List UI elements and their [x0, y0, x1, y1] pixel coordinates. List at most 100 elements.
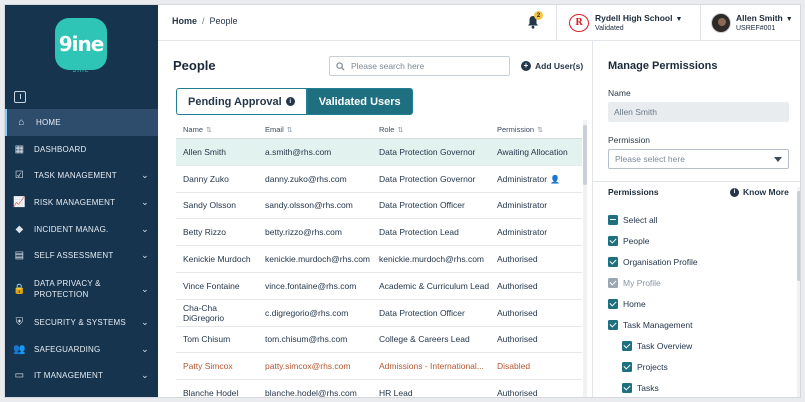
table-row[interactable]: Vince Fontaine vince.fontaine@rhs.com Acad… [176, 273, 582, 300]
cell-name: Allen Smith [176, 147, 257, 157]
permission-checkbox[interactable] [622, 382, 632, 393]
permission-checkbox[interactable] [608, 214, 618, 225]
sort-icon[interactable]: ⇅ [287, 127, 293, 134]
search-input[interactable] [351, 61, 501, 71]
permission-item: Tasks [608, 377, 793, 397]
sidebar-item-safeguarding[interactable]: 👥 SAFEGUARDING ⌄ [5, 336, 158, 363]
cell-email: blanche.hodel@rhs.com [257, 388, 372, 398]
table-row[interactable]: Blanche Hodel blanche.hodel@rhs.com HR Lea… [176, 380, 582, 398]
table-scrollbar[interactable] [583, 120, 587, 397]
search-icon [336, 61, 345, 71]
cell-email: vince.fontaine@rhs.com [257, 281, 372, 291]
tab-label: Pending Approval [188, 95, 282, 108]
cell-permission-text: Authorised [497, 307, 538, 318]
permission-checkbox[interactable] [608, 235, 618, 246]
sidebar-item-home[interactable]: ⌂ HOME [5, 109, 158, 136]
table-row[interactable]: Cha-Cha DiGregorio c.digregorio@rhs.com Da… [176, 300, 582, 327]
cell-name: Patty Simcox [176, 361, 257, 371]
sidebar-item-data-privacy-protection[interactable]: 🔒 DATA PRIVACY & PROTECTION ⌄ [5, 269, 158, 309]
permission-label: Task Management [623, 319, 693, 330]
cell-email-text: danny.zuko@rhs.com [265, 173, 347, 184]
table-row[interactable]: Sandy Olsson sandy.olsson@rhs.com Data Pro… [176, 193, 582, 220]
cell-email: c.digregorio@rhs.com [257, 308, 372, 318]
shield-icon: ⛨ [15, 316, 24, 328]
permission-item: Task Management [608, 314, 793, 335]
search-box[interactable] [329, 56, 510, 76]
chevron-down-icon[interactable]: ⌄ [138, 317, 152, 328]
cell-permission-text: Administrator [497, 227, 548, 238]
sidebar-item-label: SAFEGUARDING [34, 344, 101, 354]
cell-email-text: betty.rizzo@rhs.com [265, 227, 342, 238]
tab-validated-users[interactable]: Validated Users [306, 88, 413, 115]
column-header-email[interactable]: Email ⇅ [257, 125, 372, 134]
table-row[interactable]: Kenickie Murdoch kenickie.murdoch@rhs.com… [176, 246, 582, 273]
permission-checkbox[interactable] [608, 298, 618, 309]
permission-label: Tasks [637, 382, 659, 393]
chevron-down-icon[interactable]: ⌄ [138, 250, 152, 261]
cell-name-text: Betty Rizzo [183, 227, 226, 238]
top-header: Home / People 2 R Rydell High School ▼ Vali… [158, 5, 800, 41]
divider [593, 181, 800, 182]
sidebar-collapse-icon[interactable] [14, 91, 26, 103]
school-logo: R [569, 14, 589, 32]
know-more-link[interactable]: i Know More [730, 187, 789, 197]
tab-pending-approval[interactable]: Pending Approval i [176, 88, 307, 115]
table-row[interactable]: Danny Zuko danny.zuko@rhs.com Data Protect… [176, 166, 582, 193]
cell-permission-text: Authorised [497, 254, 538, 265]
breadcrumb-current: People [209, 16, 238, 26]
know-more-label: Know More [743, 187, 789, 197]
permission-checkbox[interactable] [622, 340, 632, 351]
sort-icon[interactable]: ⇅ [537, 127, 543, 134]
table-row[interactable]: Allen Smith a.smith@rhs.com Data Protectio… [176, 139, 582, 166]
column-header-name[interactable]: Name ⇅ [176, 125, 257, 134]
avatar[interactable] [711, 13, 731, 33]
permission-checkbox[interactable] [608, 319, 618, 330]
chevron-down-icon[interactable]: ⌄ [138, 284, 152, 295]
sidebar-item-it-management[interactable]: ▭ IT MANAGEMENT ⌄ [5, 363, 158, 390]
column-header-permission[interactable]: Permission ⇅ [490, 125, 582, 134]
permission-item: Projects [608, 356, 793, 377]
column-header-role[interactable]: Role ⇅ [372, 125, 490, 134]
chevron-down-icon[interactable]: ⌄ [138, 370, 152, 381]
sidebar-item-label: HOME [36, 117, 61, 127]
sidebar-item-risk-management[interactable]: 📈 RISK MANAGEMENT ⌄ [5, 189, 158, 216]
sidebar-item-task-management[interactable]: ☑ TASK MANAGEMENT ⌄ [5, 162, 158, 189]
sidebar-item-incident-manag[interactable]: ◆ INCIDENT MANAG. ⌄ [5, 216, 158, 243]
chart-icon: 📈 [13, 196, 26, 208]
table-row[interactable]: Tom Chisum tom.chisum@rhs.com College & Ca… [176, 327, 582, 354]
brand-logo[interactable]: 9ine [55, 18, 107, 70]
sidebar-item-self-assessment[interactable]: ▤ SELF ASSESSMENT ⌄ [5, 242, 158, 269]
sort-icon[interactable]: ⇅ [397, 127, 403, 134]
panel-scrollbar[interactable] [797, 187, 800, 397]
info-icon[interactable]: i [285, 97, 295, 106]
chevron-down-icon[interactable]: ⌄ [138, 344, 152, 355]
cell-permission-text: Authorised [497, 280, 538, 291]
table-row[interactable]: Betty Rizzo betty.rizzo@rhs.com Data Prote… [176, 219, 582, 247]
sidebar-item-security-systems[interactable]: ⛨ SECURITY & SYSTEMS ⌄ [5, 309, 158, 336]
cell-permission-text: Authorised [497, 388, 538, 398]
header-divider [556, 5, 557, 41]
chevron-down-icon[interactable]: ⌄ [138, 224, 152, 235]
sidebar-item-dashboard[interactable]: ▦ DASHBOARD [5, 136, 158, 163]
cell-email-text: blanche.hodel@rhs.com [265, 388, 357, 398]
chevron-down-icon[interactable]: ⌄ [138, 197, 152, 208]
user-menu[interactable]: Allen Smith ▼ [736, 13, 793, 23]
school-switcher[interactable]: Rydell High School ▼ [595, 13, 682, 23]
info-icon: i [730, 187, 739, 197]
permission-checkbox[interactable] [608, 256, 618, 267]
cell-permission: Administrator 👤 [490, 174, 582, 184]
table-row[interactable]: Patty Simcox patty.simcox@rhs.com Admissio… [176, 353, 582, 381]
cell-permission-text: Disabled [497, 361, 531, 372]
add-user-button[interactable]: + Add User(s) [521, 61, 583, 71]
cell-permission: Authorised [490, 281, 582, 291]
permission-label: Task Overview [637, 340, 693, 351]
chevron-down-icon: ▼ [785, 16, 793, 23]
breadcrumb-home[interactable]: Home [172, 16, 197, 26]
chevron-down-icon[interactable]: ⌄ [138, 170, 152, 181]
permission-select-placeholder: Please select here [615, 154, 685, 164]
permission-checkbox[interactable] [622, 361, 632, 372]
cell-role: Academic & Curriculum Lead [372, 281, 490, 291]
permission-select[interactable]: Please select here [608, 149, 789, 169]
cell-email-text: a.smith@rhs.com [265, 146, 332, 157]
sort-icon[interactable]: ⇅ [206, 127, 212, 134]
